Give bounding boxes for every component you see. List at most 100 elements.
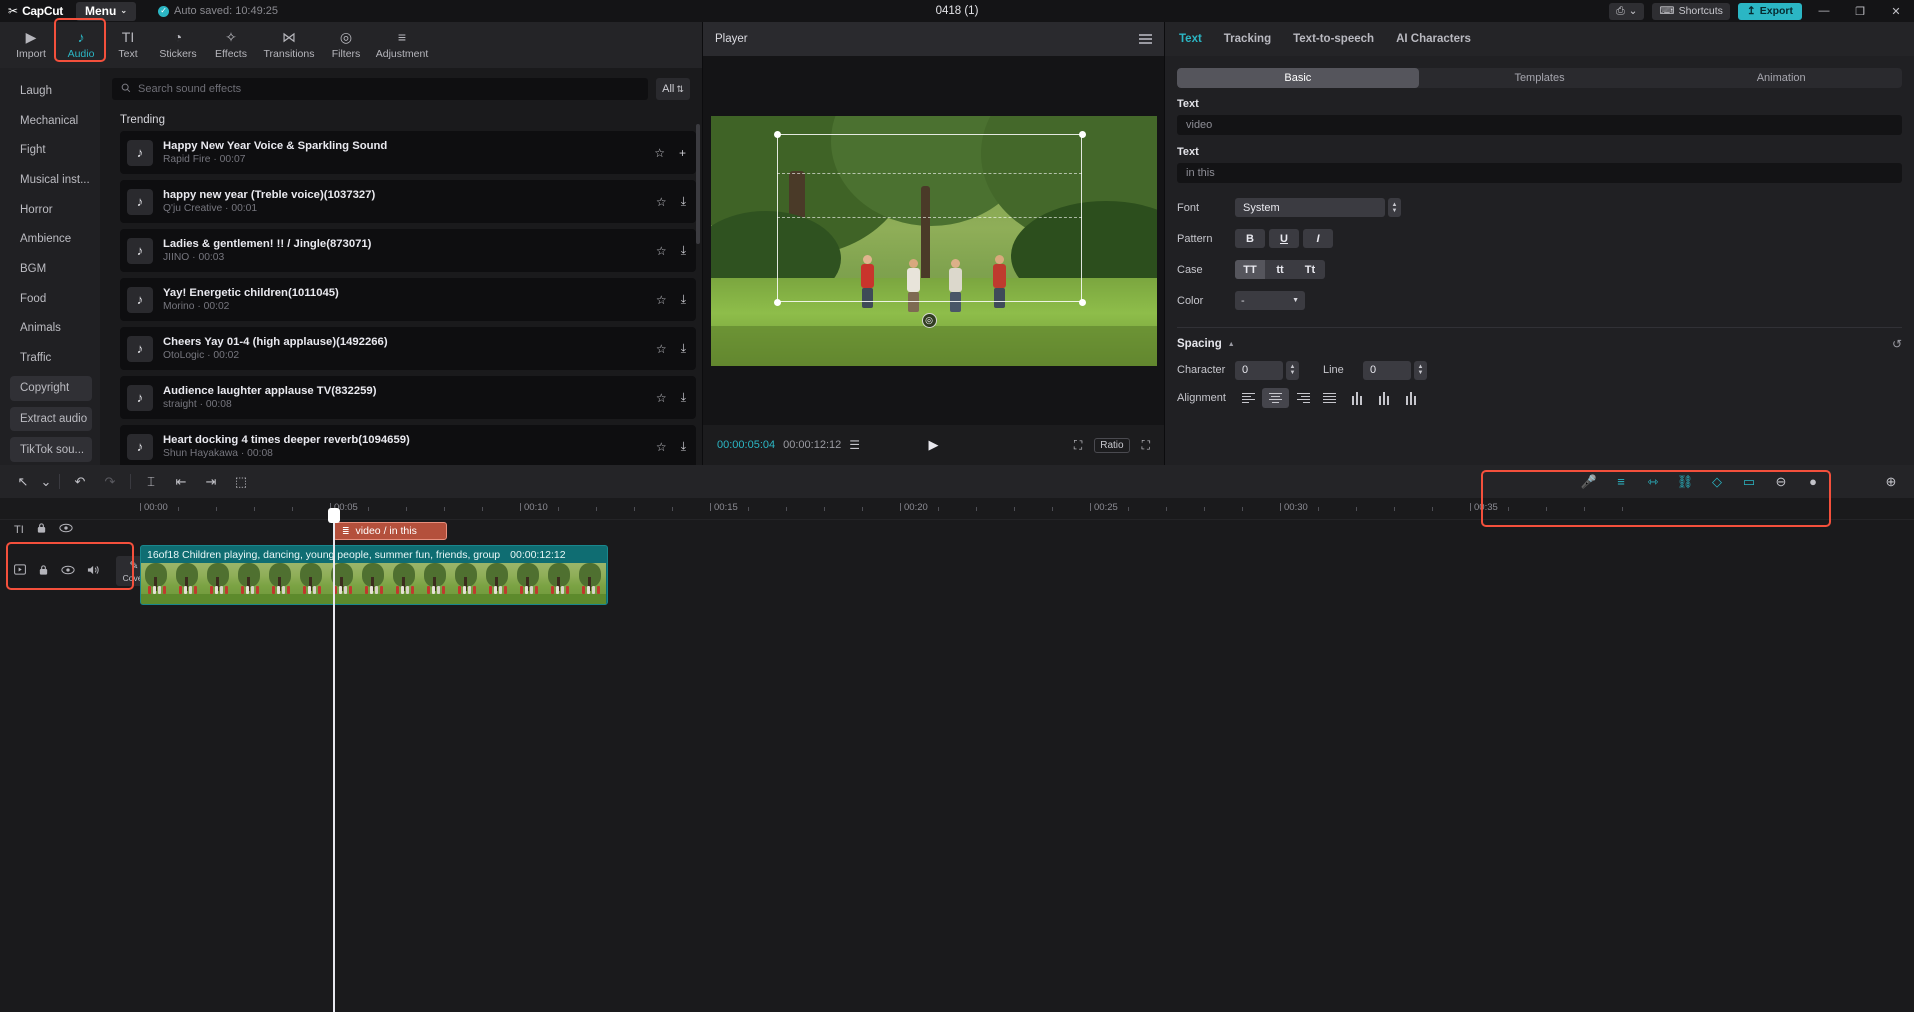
trim-right-icon[interactable]: ⇥ (196, 469, 226, 495)
segment-basic[interactable]: Basic (1177, 68, 1419, 88)
auto-captions-icon[interactable]: ≡ (1606, 469, 1636, 495)
minimize-button[interactable]: — (1810, 0, 1838, 22)
category-horror[interactable]: Horror (0, 195, 100, 225)
sound-item[interactable]: ♪Yay! Energetic children(1011045)Morino … (120, 278, 696, 321)
resize-handle-tl[interactable] (774, 131, 781, 138)
sound-item[interactable]: ♪Happy New Year Voice & Sparkling SoundR… (120, 131, 696, 174)
text-clip[interactable]: ≣ video / in this (333, 522, 447, 540)
align-vertical-top-icon[interactable] (1343, 388, 1370, 408)
fullscreen-icon[interactable]: ⛶ (1142, 438, 1150, 453)
fit-timeline-icon[interactable]: ⊕ (1876, 469, 1906, 495)
crop-icon[interactable]: ⬚ (226, 469, 256, 495)
sound-item[interactable]: ♪Ladies & gentlemen! !! / Jingle(873071)… (120, 229, 696, 272)
italic-button[interactable]: I (1303, 229, 1333, 248)
eye-icon[interactable] (59, 523, 73, 536)
align-justify-icon[interactable] (1316, 388, 1343, 408)
playhead-handle[interactable] (328, 508, 340, 523)
category-bgm[interactable]: BGM (0, 254, 100, 284)
resize-handle-bl[interactable] (774, 299, 781, 306)
line-spacing-input[interactable]: 0 (1363, 361, 1411, 380)
properties-tab-ai-characters[interactable]: AI Characters (1396, 33, 1471, 45)
category-traffic[interactable]: Traffic (0, 343, 100, 373)
category-fight[interactable]: Fight (0, 135, 100, 165)
favorite-star-icon[interactable]: ☆ (656, 293, 667, 307)
nav-tab-adjustment[interactable]: ≡Adjustment (370, 22, 434, 66)
favorite-star-icon[interactable]: ☆ (656, 244, 667, 258)
align-left-icon[interactable] (1235, 388, 1262, 408)
resize-handle-tr[interactable] (1079, 131, 1086, 138)
properties-tab-tracking[interactable]: Tracking (1224, 33, 1271, 45)
add-icon[interactable]: + (679, 146, 686, 160)
zoom-slider-icon[interactable]: ● (1798, 469, 1828, 495)
rotate-handle[interactable]: ◎ (922, 313, 937, 328)
category-animals[interactable]: Animals (0, 314, 100, 344)
play-button[interactable]: ▶ (929, 437, 939, 453)
category-ambience[interactable]: Ambience (0, 224, 100, 254)
menu-button[interactable]: Menu ⌄ (76, 2, 136, 21)
trim-left-icon[interactable]: ⇤ (166, 469, 196, 495)
nav-tab-import[interactable]: ▶Import (6, 22, 56, 66)
playhead[interactable] (333, 520, 335, 1012)
sound-list-scrollbar[interactable] (696, 124, 700, 244)
chevron-down-icon[interactable]: ⌄ (38, 469, 54, 495)
align-vertical-bottom-icon[interactable] (1397, 388, 1424, 408)
properties-tab-text-to-speech[interactable]: Text-to-speech (1293, 33, 1374, 45)
split-icon[interactable]: ⌶ (136, 469, 166, 495)
sound-item[interactable]: ♪Audience laughter applause TV(832259)st… (120, 376, 696, 419)
nav-tab-transitions[interactable]: ⋈Transitions (256, 22, 322, 66)
sound-item[interactable]: ♪happy new year (Treble voice)(1037327)Q… (120, 180, 696, 223)
eye-icon[interactable] (61, 565, 75, 578)
keyframe-icon[interactable]: ◇ (1702, 469, 1732, 495)
align-vertical-center-icon[interactable] (1370, 388, 1397, 408)
mirror-icon[interactable]: ⇿ (1638, 469, 1668, 495)
category-extract-audio[interactable]: Extract audio (10, 407, 92, 432)
properties-tab-text[interactable]: Text (1179, 33, 1202, 45)
color-select[interactable]: - ▼ (1235, 291, 1305, 310)
resolution-button[interactable]: ⎙ ⌄ (1609, 3, 1644, 20)
favorite-star-icon[interactable]: ☆ (654, 146, 665, 160)
adjust-clip-icon[interactable]: ▭ (1734, 469, 1764, 495)
category-laugh[interactable]: Laugh (0, 76, 100, 106)
nav-tab-filters[interactable]: ◎Filters (322, 22, 370, 66)
volume-icon[interactable] (87, 564, 100, 579)
download-icon[interactable]: ⤓ (681, 439, 686, 454)
case-uppercase-button[interactable]: TT (1235, 260, 1265, 279)
reset-icon[interactable]: ↺ (1892, 337, 1902, 351)
video-clip[interactable]: 16of18 Children playing, dancing, young … (140, 545, 608, 605)
ratio-button[interactable]: Ratio (1094, 438, 1129, 453)
search-input[interactable]: Search sound effects (112, 78, 648, 100)
player-menu-icon[interactable] (1139, 34, 1152, 44)
favorite-star-icon[interactable]: ☆ (656, 342, 667, 356)
close-button[interactable]: ✕ (1882, 0, 1910, 22)
lock-icon[interactable] (36, 522, 47, 537)
favorite-star-icon[interactable]: ☆ (656, 195, 667, 209)
case-capitalize-button[interactable]: Tt (1295, 260, 1325, 279)
link-icon[interactable]: ⛓ (1670, 469, 1700, 495)
spacing-section-header[interactable]: Spacing ▲ ↺ (1177, 337, 1902, 351)
download-icon[interactable]: ⤓ (681, 194, 686, 209)
download-icon[interactable]: ⤓ (681, 341, 686, 356)
sound-item[interactable]: ♪Cheers Yay 01-4 (high applause)(1492266… (120, 327, 696, 370)
bold-button[interactable]: B (1235, 229, 1265, 248)
font-stepper[interactable]: ▲▼ (1388, 198, 1401, 217)
line-spacing-stepper[interactable]: ▲▼ (1414, 361, 1427, 380)
case-lowercase-button[interactable]: tt (1265, 260, 1295, 279)
text-selection-box[interactable] (777, 134, 1082, 302)
nav-tab-text[interactable]: TIText (106, 22, 150, 66)
shortcuts-button[interactable]: ⌨ Shortcuts (1652, 3, 1730, 20)
category-food[interactable]: Food (0, 284, 100, 314)
favorite-star-icon[interactable]: ☆ (656, 391, 667, 405)
text-field-2[interactable]: in this (1177, 163, 1902, 183)
download-icon[interactable]: ⤓ (681, 292, 686, 307)
nav-tab-audio[interactable]: ♪Audio (56, 22, 106, 66)
nav-tab-effects[interactable]: ✧Effects (206, 22, 256, 66)
redo-icon[interactable]: ↷ (95, 469, 125, 495)
align-center-icon[interactable] (1262, 388, 1289, 408)
export-button[interactable]: ↥ Export (1738, 3, 1802, 20)
crop-icon[interactable]: ⛶ (1074, 438, 1082, 453)
timeline-ruler[interactable]: 00:0000:0500:1000:1500:2000:2500:3000:35 (0, 498, 1914, 520)
select-arrow-icon[interactable]: ↖ (8, 469, 38, 495)
segment-animation[interactable]: Animation (1660, 68, 1902, 88)
timecode-list-icon[interactable]: ☰ (849, 438, 860, 452)
underline-button[interactable]: U (1269, 229, 1299, 248)
